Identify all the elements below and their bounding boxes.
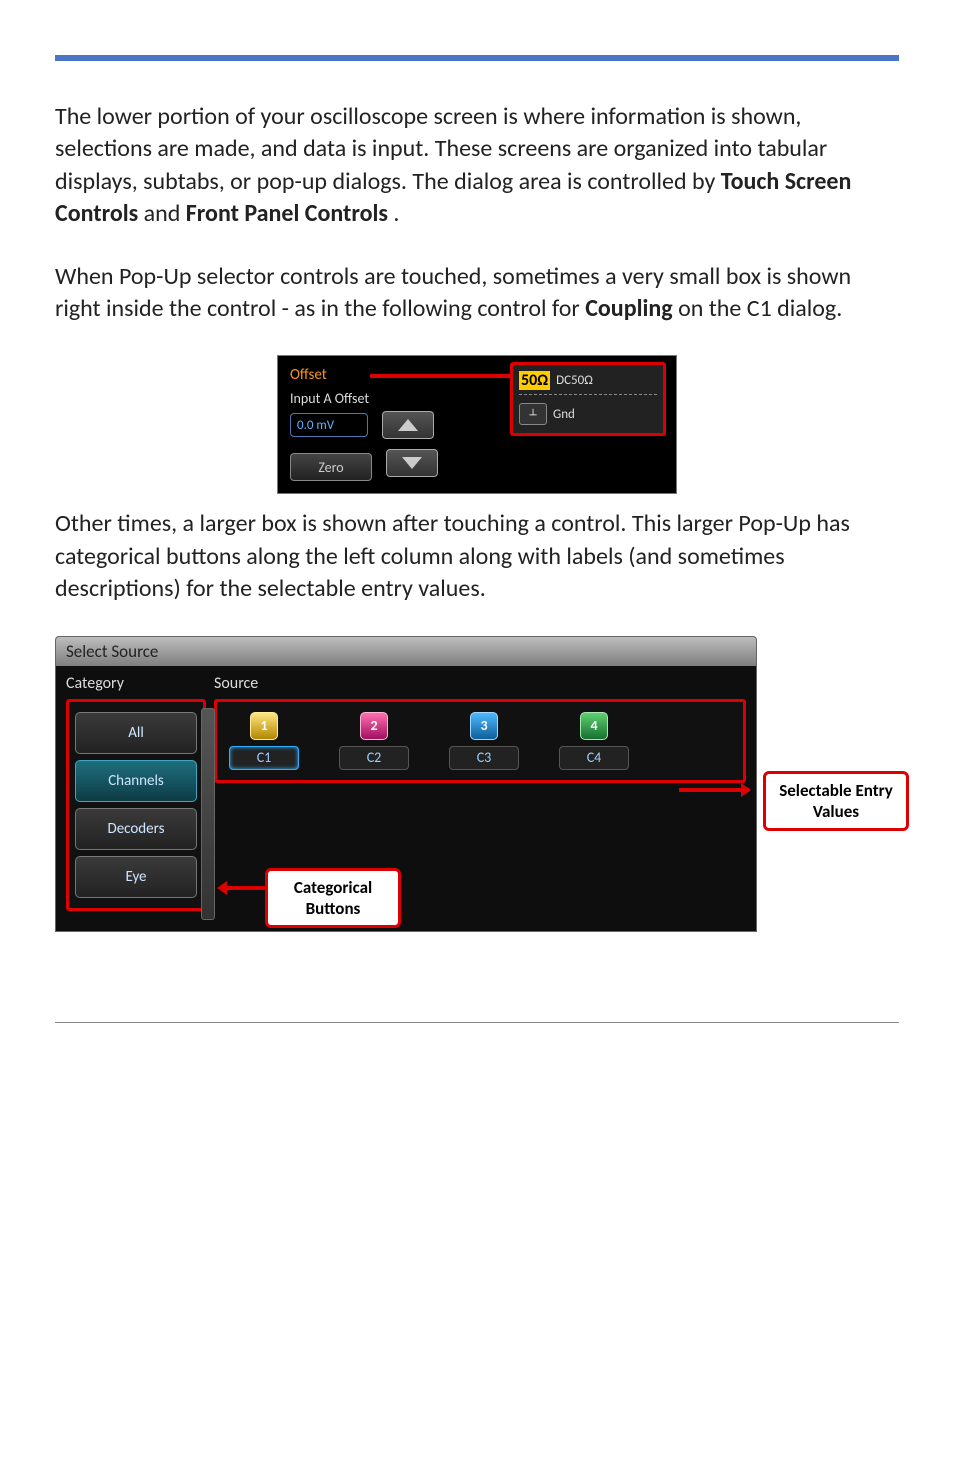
coupling-popup-screenshot: Offset Input A Offset 0.0 mV Zero 50Ω DC… xyxy=(277,355,677,494)
category-all-button[interactable]: All xyxy=(75,712,197,754)
channel-1-label: C1 xyxy=(229,746,299,770)
triangle-up-icon xyxy=(398,419,418,431)
p1-text-a: The lower portion of your oscilloscope s… xyxy=(55,102,827,196)
channel-4-icon: 4 xyxy=(580,712,608,740)
callout-categorical-buttons: Categorical Buttons xyxy=(265,868,401,928)
footer-rule xyxy=(55,1022,899,1023)
zero-button[interactable]: Zero xyxy=(290,453,372,481)
p1-text-c: and xyxy=(144,199,186,228)
dialog-title: Select Source xyxy=(56,637,756,666)
triangle-down-icon xyxy=(402,457,422,469)
category-header: Category xyxy=(66,674,206,693)
select-source-dialog: Select Source Category All Channels Deco… xyxy=(55,636,757,932)
source-c3[interactable]: 3 C3 xyxy=(449,712,519,770)
coupling-option-gnd-text: Gnd xyxy=(553,407,575,422)
ground-icon: ┴ xyxy=(519,403,547,425)
offset-down-button[interactable] xyxy=(386,449,438,477)
channel-2-icon: 2 xyxy=(360,712,388,740)
paragraph-3: Other times, a larger box is shown after… xyxy=(55,508,899,605)
source-c1[interactable]: 1 C1 xyxy=(229,712,299,770)
callout-lead-1-icon xyxy=(679,788,749,792)
p2-text-c: on the C1 dialog. xyxy=(678,294,842,323)
coupling-option-divider xyxy=(519,394,657,401)
channel-3-icon: 3 xyxy=(470,712,498,740)
coupling-popup: 50Ω DC50Ω ┴ Gnd xyxy=(510,362,666,436)
coupling-option-text: DC50Ω xyxy=(556,373,593,388)
category-channels-button[interactable]: Channels xyxy=(75,760,197,802)
source-header: Source xyxy=(214,674,746,693)
scrollbar[interactable] xyxy=(201,708,215,920)
header-rule xyxy=(55,55,899,61)
offset-up-button[interactable] xyxy=(382,411,434,439)
coupling-option-gnd[interactable]: ┴ Gnd xyxy=(519,403,657,425)
category-column: All Channels Decoders Eye xyxy=(66,699,206,911)
channel-2-label: C2 xyxy=(339,746,409,770)
channel-3-label: C3 xyxy=(449,746,519,770)
select-source-screenshot-wrap: Select Source Category All Channels Deco… xyxy=(55,636,899,932)
source-c4[interactable]: 4 C4 xyxy=(559,712,629,770)
category-decoders-button[interactable]: Decoders xyxy=(75,808,197,850)
callout-selectable-entry-values: Selectable Entry Values xyxy=(763,771,909,831)
coupling-option-dc50[interactable]: 50Ω DC50Ω xyxy=(519,371,657,390)
channel-4-label: C4 xyxy=(559,746,629,770)
offset-value-field[interactable]: 0.0 mV xyxy=(290,413,368,437)
channel-1-icon: 1 xyxy=(250,712,278,740)
paragraph-2: When Pop-Up selector controls are touche… xyxy=(55,261,899,326)
source-items: 1 C1 2 C2 3 C3 4 C4 xyxy=(214,699,746,783)
p1-bold-2: Front Panel Controls xyxy=(186,199,388,228)
p1-text-e: . xyxy=(393,199,399,228)
coupling-option-badge: 50Ω xyxy=(519,371,550,390)
p2-bold: Coupling xyxy=(585,294,672,323)
category-eye-button[interactable]: Eye xyxy=(75,856,197,898)
source-c2[interactable]: 2 C2 xyxy=(339,712,409,770)
paragraph-1: The lower portion of your oscilloscope s… xyxy=(55,101,899,231)
